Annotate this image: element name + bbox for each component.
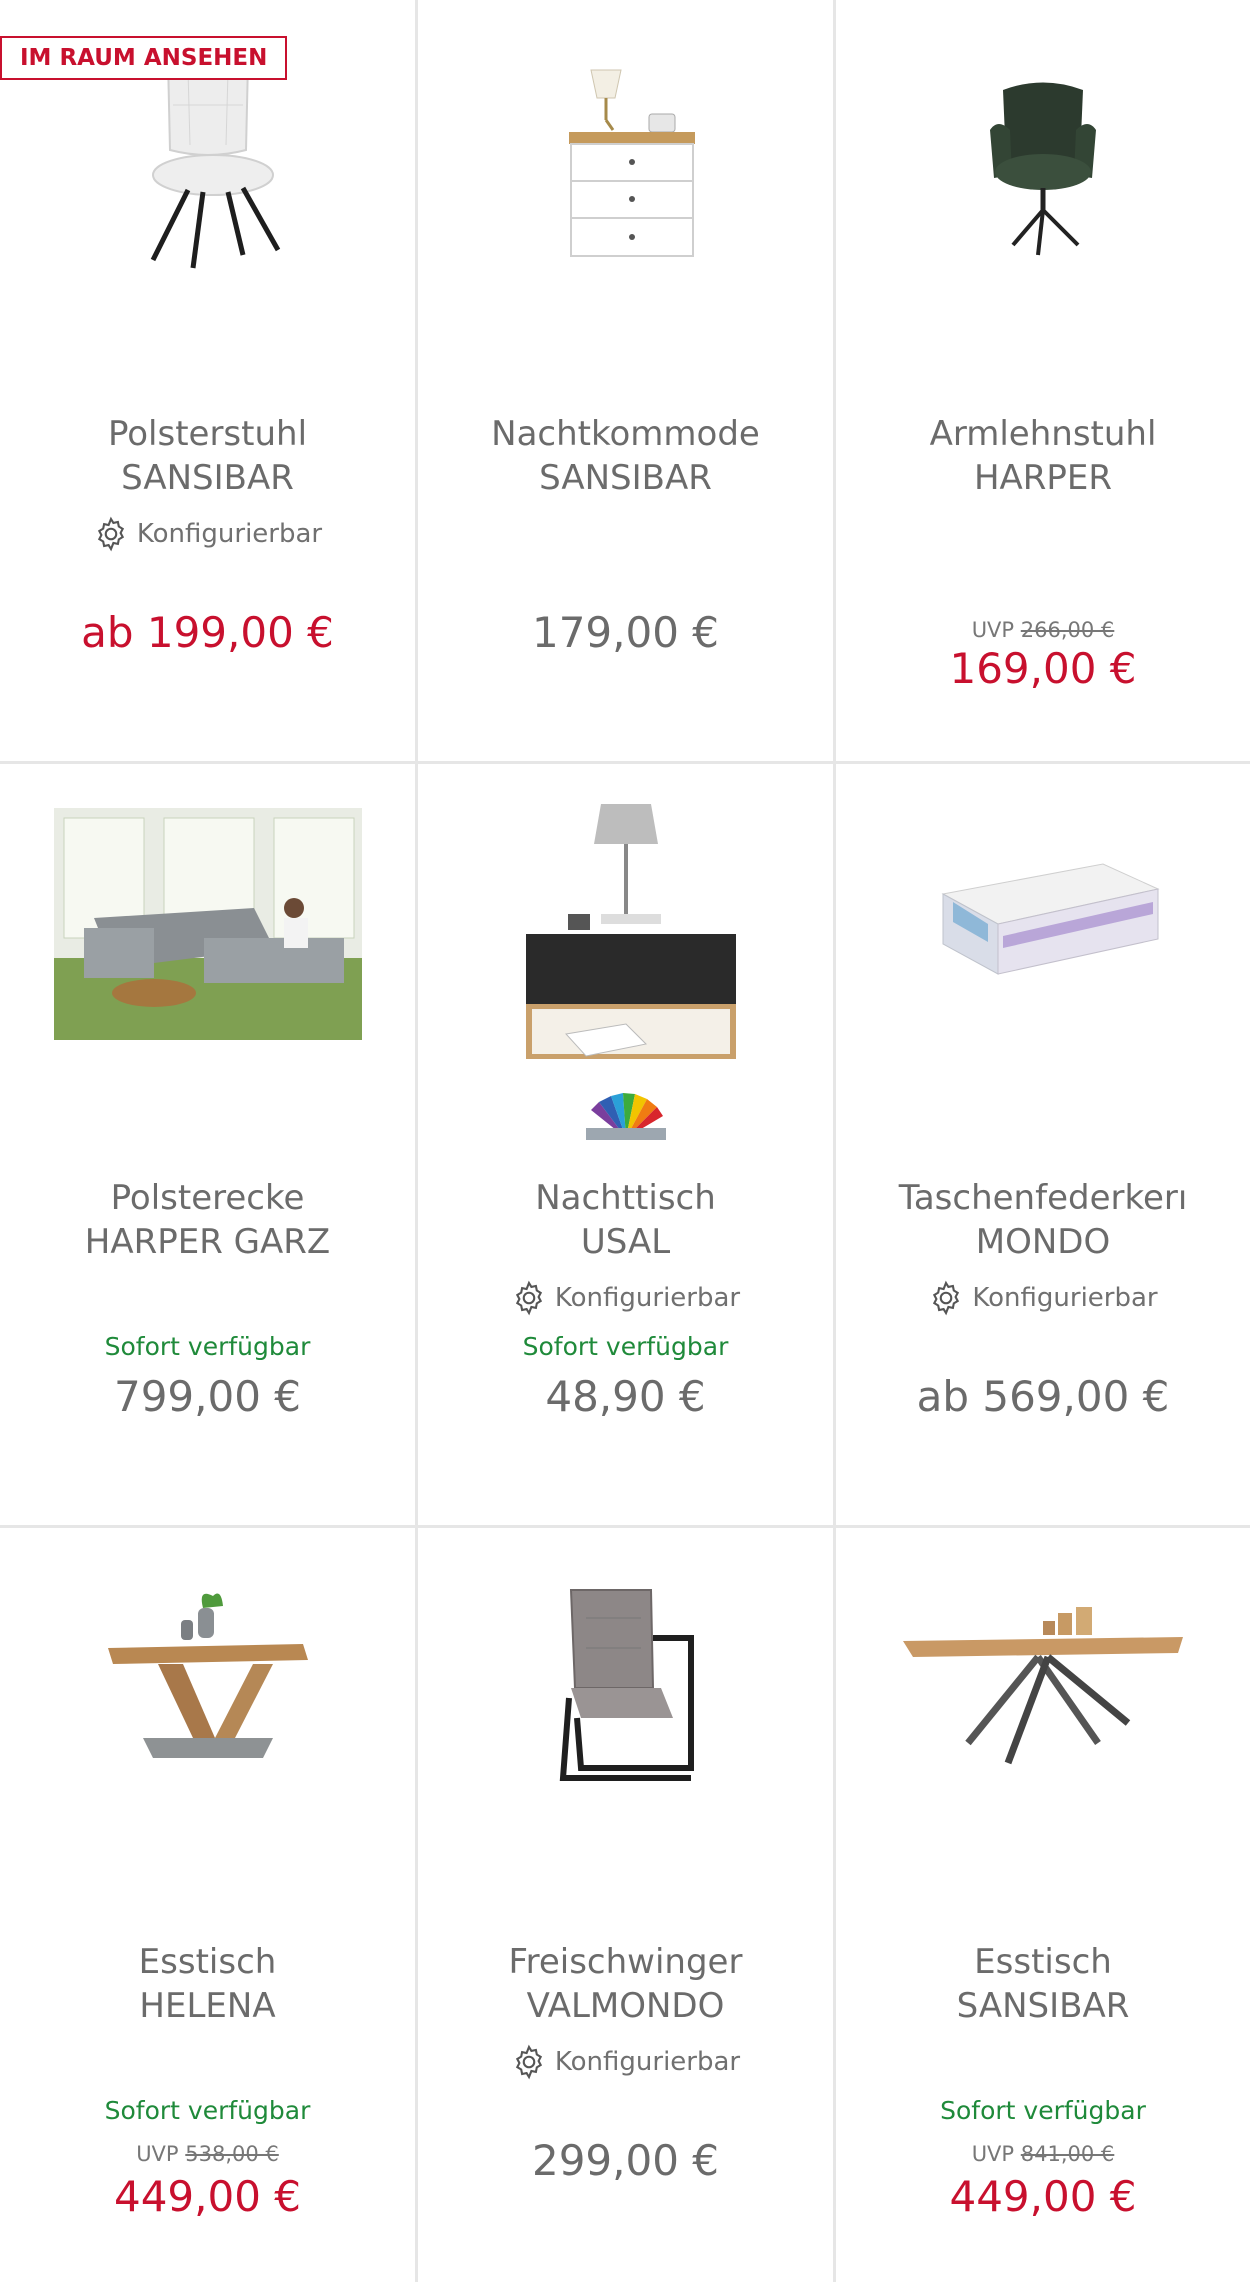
gear-icon <box>515 2044 542 2080</box>
product-image[interactable] <box>836 1558 1250 1818</box>
product-card-nachtkommode-sansibar[interactable]: Nachtkommode SANSIBAR 179,00 € <box>418 0 836 764</box>
uvp-price: UVP 538,00 € <box>136 2142 279 2166</box>
cantilever-chair-icon <box>559 1589 694 1781</box>
sofa-photo-icon <box>53 808 362 1040</box>
mattress-icon <box>941 863 1160 975</box>
color-options[interactable] <box>418 1090 833 1150</box>
product-price: 799,00 € <box>113 1372 302 1421</box>
availability-label: Sofort verfügbar <box>104 1332 311 1361</box>
configurable-label: Konfigurierbar <box>418 1280 833 1316</box>
availability-label: Sofort verfügbar <box>522 1332 729 1361</box>
product-image[interactable] <box>0 1558 415 1818</box>
configurable-label: Konfigurierbar <box>418 2044 833 2080</box>
product-image[interactable] <box>418 1558 833 1818</box>
product-price: 449,00 € <box>949 2172 1137 2221</box>
product-title[interactable]: Armlehnstuhl HARPER <box>836 412 1250 500</box>
armchair-icon <box>990 82 1096 256</box>
product-title[interactable]: Esstisch HELENA <box>0 1940 415 2028</box>
product-title[interactable]: Polsterstuhl SANSIBAR <box>0 412 415 500</box>
product-price: ab 569,00 € <box>916 1372 1170 1421</box>
product-image[interactable] <box>418 30 833 290</box>
dresser-icon <box>568 69 695 257</box>
uvp-price: UVP 841,00 € <box>971 2142 1115 2166</box>
color-fan-icon <box>585 1093 666 1140</box>
product-card-nachttisch-usal[interactable]: Nachttisch USAL Konfigurierbar Sofort ve… <box>418 764 836 1528</box>
product-image[interactable] <box>418 794 833 1064</box>
configurable-label: Konfigurierbar <box>836 1280 1250 1316</box>
product-title[interactable]: Freischwinger VALMONDO <box>418 1940 833 2028</box>
product-card-armlehnstuhl-harper[interactable]: Armlehnstuhl HARPER UVP 266,00 € 169,00 … <box>836 0 1250 764</box>
product-title[interactable]: Taschenfederkerı MONDO <box>836 1176 1250 1264</box>
product-card-esstisch-sansibar[interactable]: Esstisch SANSIBAR Sofort verfügbar UVP 8… <box>836 1528 1250 2282</box>
product-card-polsterecke-harper-garz[interactable]: Polsterecke HARPER GARZ Sofort verfügbar… <box>0 764 418 1528</box>
product-image[interactable] <box>836 30 1250 290</box>
product-price: 169,00 € <box>949 644 1137 693</box>
product-price: 48,90 € <box>545 1372 706 1421</box>
product-title[interactable]: Nachtkommode SANSIBAR <box>418 412 833 500</box>
product-price: 449,00 € <box>113 2172 302 2221</box>
gear-icon <box>97 516 124 552</box>
table-icon <box>903 1607 1183 1765</box>
product-card-polsterstuhl-sansibar[interactable]: IM RAUM ANSEHEN Polsterstuhl SANSIBAR Ko… <box>0 0 418 764</box>
product-price: 179,00 € <box>531 608 720 657</box>
configurable-label: Konfigurierbar <box>0 516 415 552</box>
availability-label: Sofort verfügbar <box>940 2096 1146 2125</box>
chair-icon <box>150 54 280 269</box>
product-card-freischwinger-valmondo[interactable]: Freischwinger VALMONDO Konfigurierbar 29… <box>418 1528 836 2282</box>
gear-icon <box>515 1280 542 1316</box>
gear-icon <box>933 1280 960 1316</box>
product-title[interactable]: Esstisch SANSIBAR <box>836 1940 1250 2028</box>
product-image[interactable] <box>0 794 415 1054</box>
product-title[interactable]: Polsterecke HARPER GARZ <box>0 1176 415 1264</box>
product-title[interactable]: Nachttisch USAL <box>418 1176 833 1264</box>
product-image[interactable] <box>836 794 1250 1054</box>
table-icon <box>107 1593 308 1758</box>
product-price: 299,00 € <box>531 2136 720 2185</box>
product-card-taschenfederkern-mondo[interactable]: Taschenfederkerı MONDO Konfigurierbar ab… <box>836 764 1250 1528</box>
availability-label: Sofort verfügbar <box>104 2096 311 2125</box>
product-price: ab 199,00 € <box>81 608 334 657</box>
nightstand-icon <box>525 804 736 1059</box>
product-grid: IM RAUM ANSEHEN Polsterstuhl SANSIBAR Ko… <box>0 0 1250 2282</box>
uvp-price: UVP 266,00 € <box>971 618 1115 642</box>
view-in-room-badge[interactable]: IM RAUM ANSEHEN <box>0 36 288 80</box>
product-card-esstisch-helena[interactable]: Esstisch HELENA Sofort verfügbar UVP 538… <box>0 1528 418 2282</box>
